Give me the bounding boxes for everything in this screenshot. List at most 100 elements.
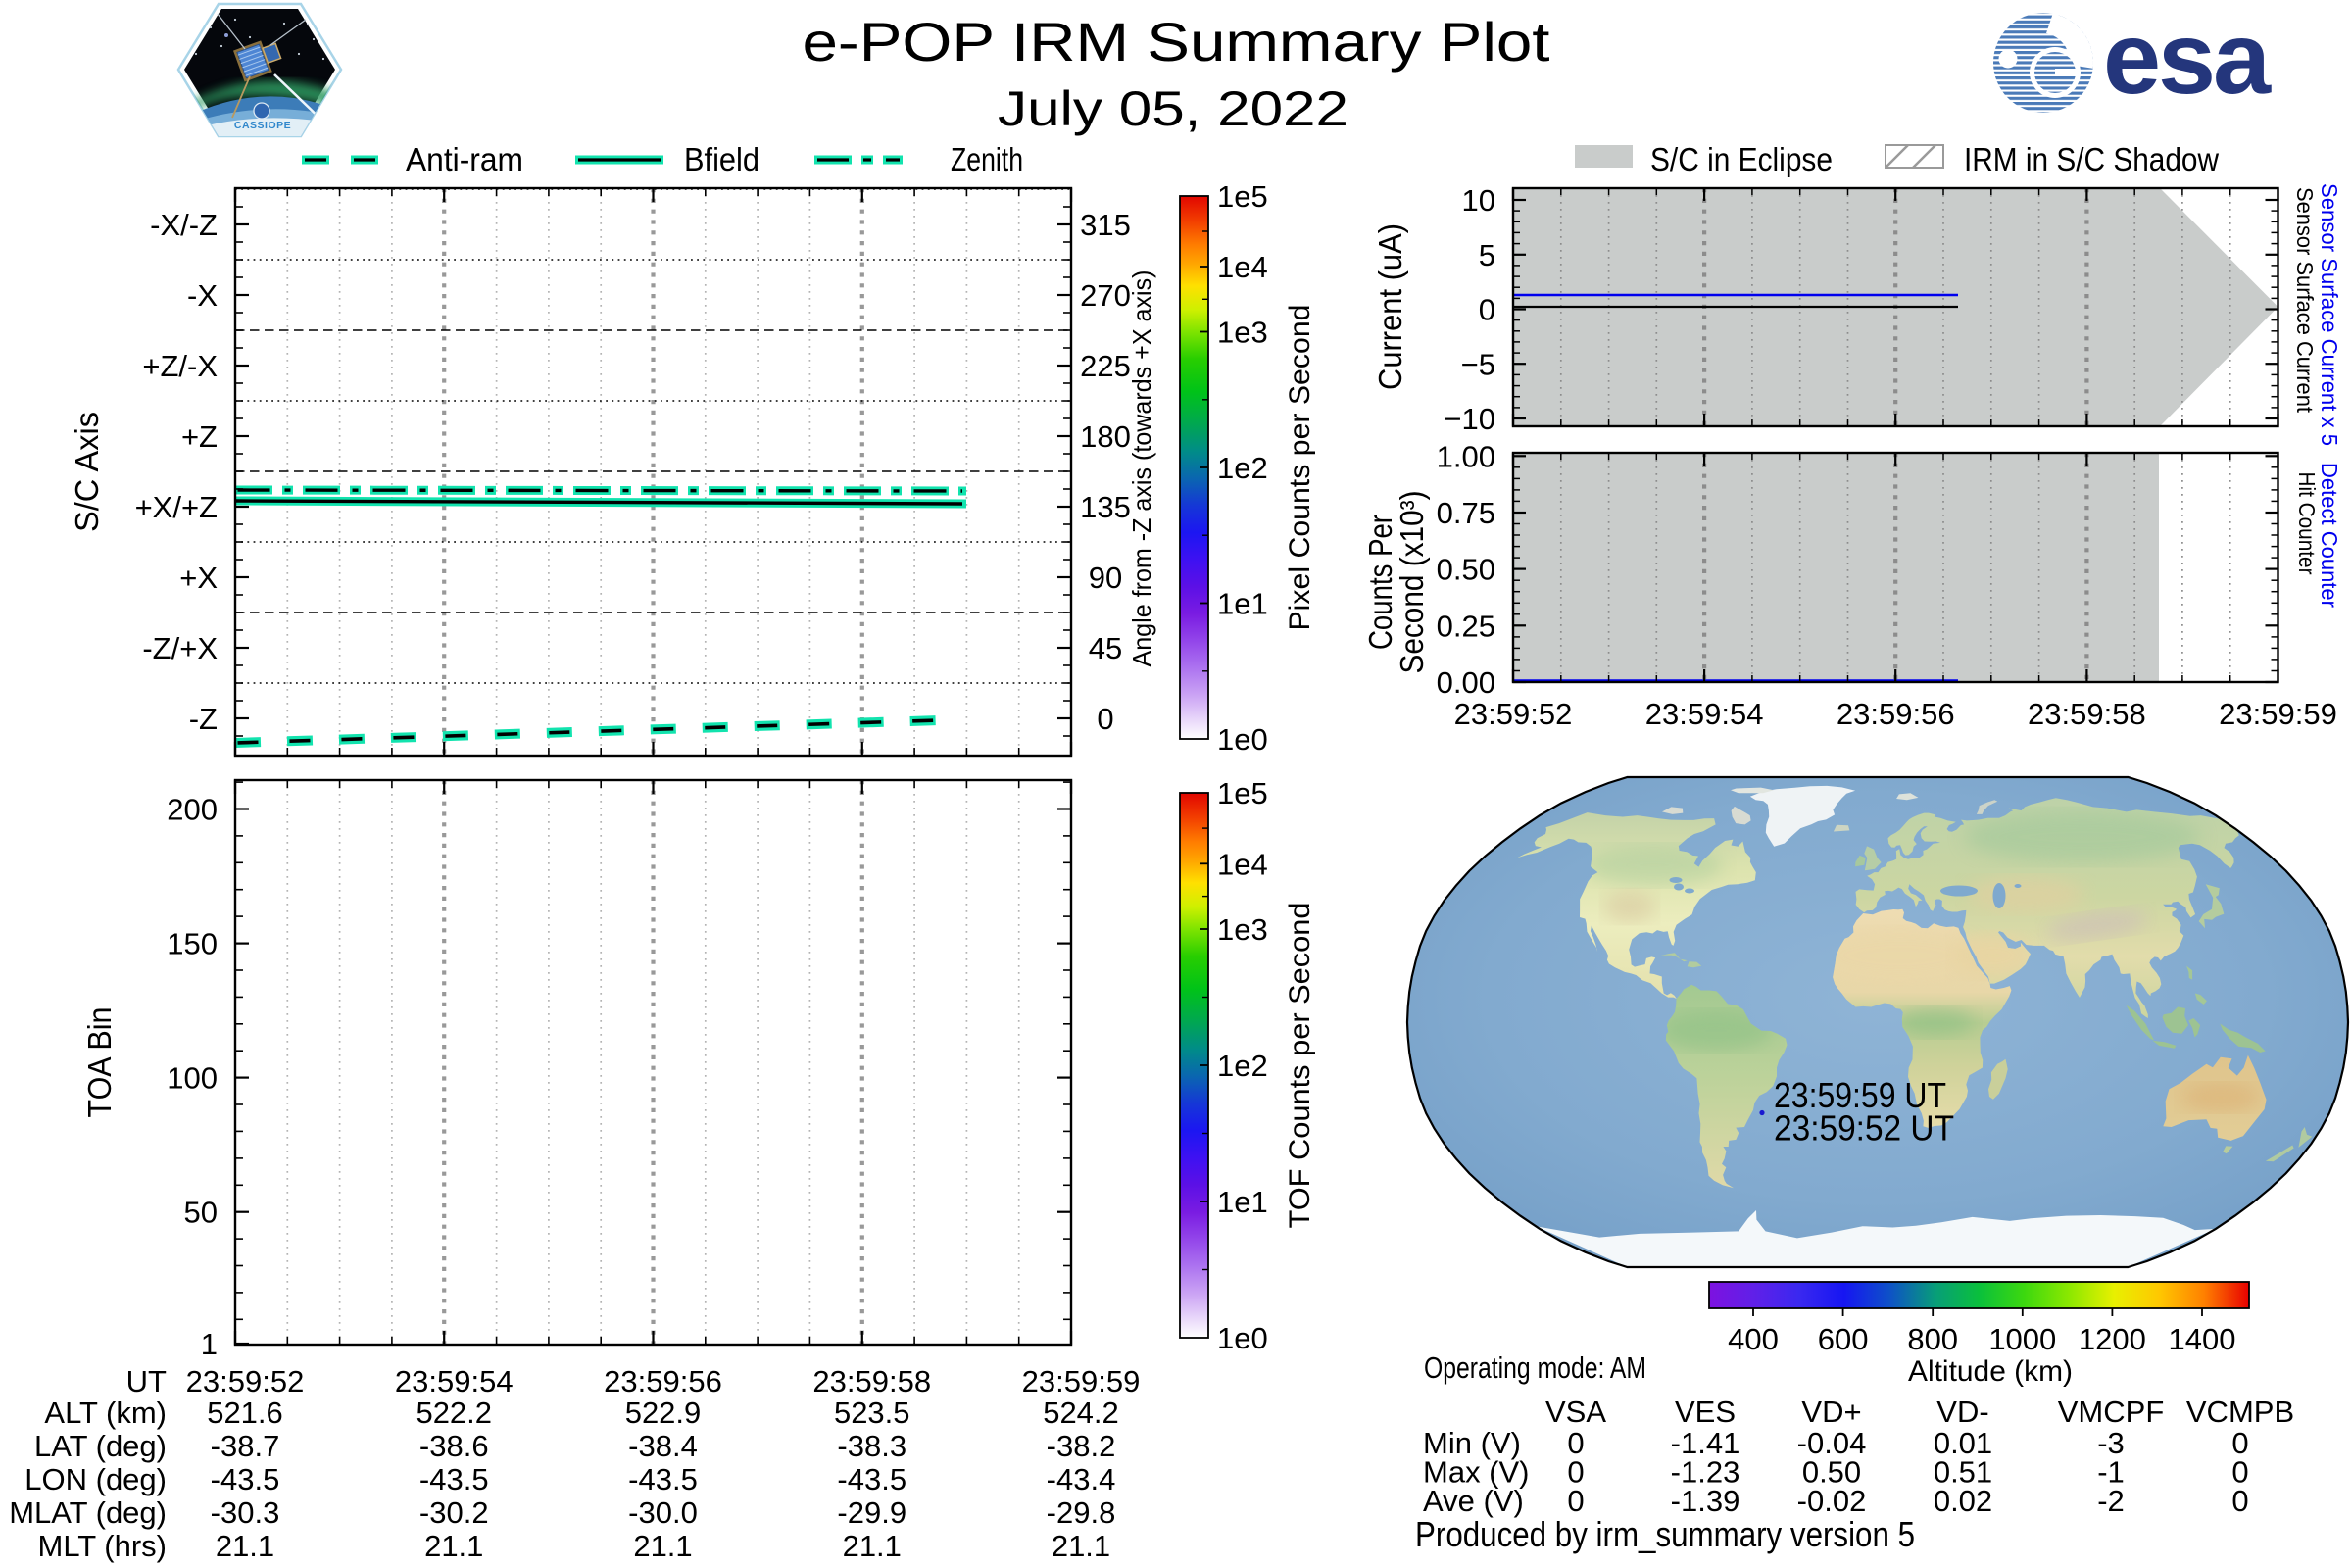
svg-text:1e1: 1e1: [1217, 1185, 1268, 1219]
svg-text:522.2: 522.2: [416, 1396, 492, 1430]
svg-text:21.1: 21.1: [216, 1529, 274, 1563]
svg-text:Operating mode: AM: Operating mode: AM: [1424, 1350, 1646, 1385]
svg-text:315: 315: [1080, 208, 1131, 242]
svg-text:0.02: 0.02: [1934, 1484, 1992, 1518]
svg-text:esa: esa: [2103, 2, 2272, 116]
svg-text:−10: −10: [1444, 402, 1495, 436]
svg-text:-43.5: -43.5: [837, 1462, 906, 1496]
svg-text:800: 800: [1907, 1322, 1958, 1356]
svg-text:0: 0: [1479, 293, 1495, 327]
svg-text:225: 225: [1080, 349, 1131, 383]
svg-text:-38.4: -38.4: [628, 1429, 698, 1463]
svg-text:Current (uA): Current (uA): [1372, 223, 1408, 390]
svg-text:Ave (V): Ave (V): [1423, 1484, 1524, 1518]
svg-text:1e1: 1e1: [1217, 587, 1268, 621]
svg-text:1200: 1200: [2079, 1322, 2146, 1356]
svg-text:10: 10: [1462, 183, 1495, 218]
svg-text:524.2: 524.2: [1043, 1396, 1119, 1430]
svg-text:VES: VES: [1675, 1395, 1736, 1429]
svg-text:1e3: 1e3: [1217, 912, 1268, 947]
svg-text:1e2: 1e2: [1217, 451, 1268, 485]
svg-text:1e2: 1e2: [1217, 1049, 1268, 1083]
svg-text:23:59:54: 23:59:54: [395, 1364, 514, 1398]
svg-text:100: 100: [167, 1061, 218, 1096]
svg-text:-30.0: -30.0: [628, 1495, 698, 1530]
svg-text:135: 135: [1080, 490, 1131, 524]
svg-text:23:59:56: 23:59:56: [604, 1364, 722, 1398]
svg-text:-Z: -Z: [189, 702, 218, 736]
svg-text:180: 180: [1080, 419, 1131, 454]
svg-text:Second (x10³): Second (x10³): [1394, 491, 1430, 674]
svg-text:1e0: 1e0: [1217, 1321, 1268, 1355]
svg-text:45: 45: [1089, 631, 1122, 665]
svg-text:270: 270: [1080, 278, 1131, 313]
svg-text:VMCPF: VMCPF: [2058, 1395, 2165, 1429]
svg-text:MLAT (deg): MLAT (deg): [9, 1495, 167, 1530]
svg-text:Altitude (km): Altitude (km): [1908, 1355, 2073, 1388]
svg-text:CASSIOPE: CASSIOPE: [234, 120, 291, 131]
svg-text:LAT (deg): LAT (deg): [34, 1429, 167, 1463]
svg-text:S/C in Eclipse: S/C in Eclipse: [1650, 141, 1833, 177]
svg-text:July 05, 2022: July 05, 2022: [998, 81, 1348, 136]
svg-text:0: 0: [2231, 1484, 2248, 1518]
svg-text:600: 600: [1818, 1322, 1869, 1356]
svg-text:23:59:52: 23:59:52: [186, 1364, 305, 1398]
svg-text:Bfield: Bfield: [684, 141, 760, 177]
svg-text:21.1: 21.1: [1052, 1529, 1110, 1563]
svg-text:50: 50: [184, 1196, 218, 1230]
svg-text:-0.02: -0.02: [1797, 1484, 1867, 1518]
svg-text:200: 200: [167, 793, 218, 827]
svg-text:-38.2: -38.2: [1047, 1429, 1116, 1463]
svg-text:TOA Bin: TOA Bin: [81, 1007, 118, 1118]
svg-text:+Z/-X: +Z/-X: [142, 349, 218, 383]
svg-text:150: 150: [167, 927, 218, 961]
svg-text:Produced by irm_summary versio: Produced by irm_summary version 5: [1415, 1514, 1915, 1554]
svg-text:S/C Axis: S/C Axis: [69, 412, 105, 532]
svg-text:-30.3: -30.3: [211, 1495, 280, 1530]
svg-text:+Z: +Z: [181, 419, 218, 454]
svg-text:-38.7: -38.7: [211, 1429, 280, 1463]
svg-text:522.9: 522.9: [625, 1396, 702, 1430]
svg-text:23:59:56: 23:59:56: [1837, 697, 1955, 731]
svg-text:1e4: 1e4: [1217, 250, 1268, 284]
svg-text:-43.5: -43.5: [211, 1462, 280, 1496]
svg-text:Detect Counter: Detect Counter: [2317, 463, 2342, 608]
svg-text:Anti-ram: Anti-ram: [406, 141, 523, 177]
svg-text:+X/+Z: +X/+Z: [135, 490, 218, 524]
svg-text:-1.39: -1.39: [1671, 1484, 1740, 1518]
svg-text:90: 90: [1089, 561, 1122, 595]
svg-text:1.00: 1.00: [1437, 439, 1495, 473]
svg-text:Hit Counter: Hit Counter: [2294, 472, 2320, 575]
svg-text:IRM in S/C Shadow: IRM in S/C Shadow: [1964, 141, 2219, 177]
svg-text:21.1: 21.1: [843, 1529, 902, 1563]
svg-text:-43.5: -43.5: [419, 1462, 489, 1496]
svg-text:400: 400: [1728, 1322, 1779, 1356]
svg-text:-X: -X: [187, 278, 218, 313]
svg-text:-30.2: -30.2: [419, 1495, 489, 1530]
svg-text:-Z/+X: -Z/+X: [142, 631, 218, 665]
svg-text:1e5: 1e5: [1217, 179, 1268, 214]
svg-text:21.1: 21.1: [424, 1529, 483, 1563]
svg-text:0.50: 0.50: [1437, 553, 1495, 587]
svg-text:5: 5: [1479, 238, 1495, 272]
svg-text:0: 0: [1567, 1484, 1584, 1518]
svg-text:-29.8: -29.8: [1047, 1495, 1116, 1530]
svg-text:0.25: 0.25: [1437, 609, 1495, 643]
svg-text:-43.4: -43.4: [1047, 1462, 1116, 1496]
svg-text:UT: UT: [126, 1364, 167, 1398]
svg-text:TOF Counts per Second: TOF Counts per Second: [1284, 903, 1316, 1229]
svg-text:0: 0: [1097, 702, 1113, 736]
svg-text:21.1: 21.1: [633, 1529, 692, 1563]
svg-text:VSA: VSA: [1545, 1395, 1606, 1429]
svg-text:1e3: 1e3: [1217, 316, 1268, 350]
svg-text:MLT (hrs): MLT (hrs): [38, 1529, 167, 1563]
svg-text:-43.5: -43.5: [628, 1462, 698, 1496]
svg-text:23:59:59: 23:59:59: [1022, 1364, 1141, 1398]
svg-text:Pixel Counts per Second: Pixel Counts per Second: [1284, 305, 1316, 631]
svg-text:23:59:58: 23:59:58: [2028, 697, 2146, 731]
svg-text:Sensor Surface Current x 5: Sensor Surface Current x 5: [2317, 183, 2342, 446]
svg-text:-38.3: -38.3: [837, 1429, 906, 1463]
svg-text:LON (deg): LON (deg): [24, 1462, 167, 1496]
svg-text:1400: 1400: [2169, 1322, 2236, 1356]
svg-text:23:59:58: 23:59:58: [812, 1364, 931, 1398]
